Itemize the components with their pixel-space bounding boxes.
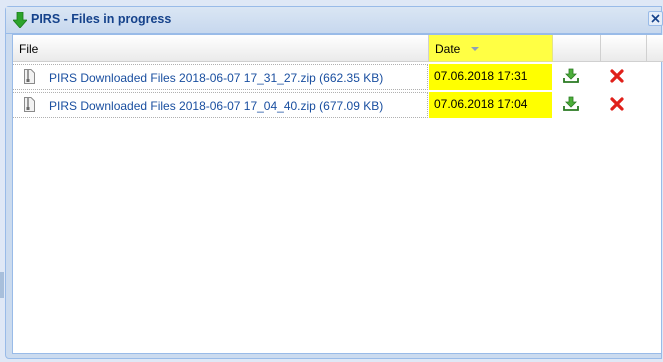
column-header-date[interactable]: Date bbox=[429, 35, 553, 62]
table-row: PIRS Downloaded Files 2018-06-07 17_31_2… bbox=[13, 64, 661, 90]
date-cell: 07.06.2018 17:04 bbox=[429, 92, 552, 118]
column-header-file[interactable]: File bbox=[13, 35, 429, 62]
file-download-link[interactable]: PIRS Downloaded Files 2018-06-07 17_31_2… bbox=[49, 71, 383, 85]
green-down-arrow-icon bbox=[13, 12, 27, 28]
sort-descending-icon bbox=[471, 47, 479, 51]
close-icon bbox=[651, 14, 660, 23]
date-value: 07.06.2018 17:31 bbox=[434, 69, 528, 83]
table-row: PIRS Downloaded Files 2018-06-07 17_04_4… bbox=[13, 92, 661, 118]
file-download-link[interactable]: PIRS Downloaded Files 2018-06-07 17_04_4… bbox=[49, 99, 383, 113]
delete-x-icon[interactable] bbox=[610, 69, 624, 83]
column-header-filler bbox=[647, 35, 663, 62]
close-button[interactable] bbox=[648, 11, 663, 26]
date-value: 07.06.2018 17:04 bbox=[434, 97, 528, 111]
download-icon[interactable] bbox=[563, 68, 579, 84]
file-cell: PIRS Downloaded Files 2018-06-07 17_31_2… bbox=[13, 64, 428, 90]
column-header-delete bbox=[601, 35, 647, 62]
files-grid: File Date PIRS Downloaded Files 2018-06-… bbox=[12, 34, 663, 354]
files-in-progress-window: PIRS - Files in progress File Date PIRS … bbox=[5, 6, 663, 359]
column-header-date-label: Date bbox=[435, 42, 461, 56]
side-collapse-handle[interactable] bbox=[0, 272, 4, 298]
download-icon[interactable] bbox=[563, 96, 579, 112]
zip-file-icon bbox=[24, 97, 35, 112]
zip-file-icon bbox=[24, 69, 35, 84]
window-titlebar[interactable]: PIRS - Files in progress bbox=[6, 7, 663, 34]
column-header-file-label: File bbox=[19, 42, 39, 56]
file-cell: PIRS Downloaded Files 2018-06-07 17_04_4… bbox=[13, 92, 428, 118]
delete-x-icon[interactable] bbox=[610, 97, 624, 111]
column-header-download bbox=[553, 35, 601, 62]
window-title: PIRS - Files in progress bbox=[31, 12, 172, 26]
date-cell: 07.06.2018 17:31 bbox=[429, 64, 552, 90]
